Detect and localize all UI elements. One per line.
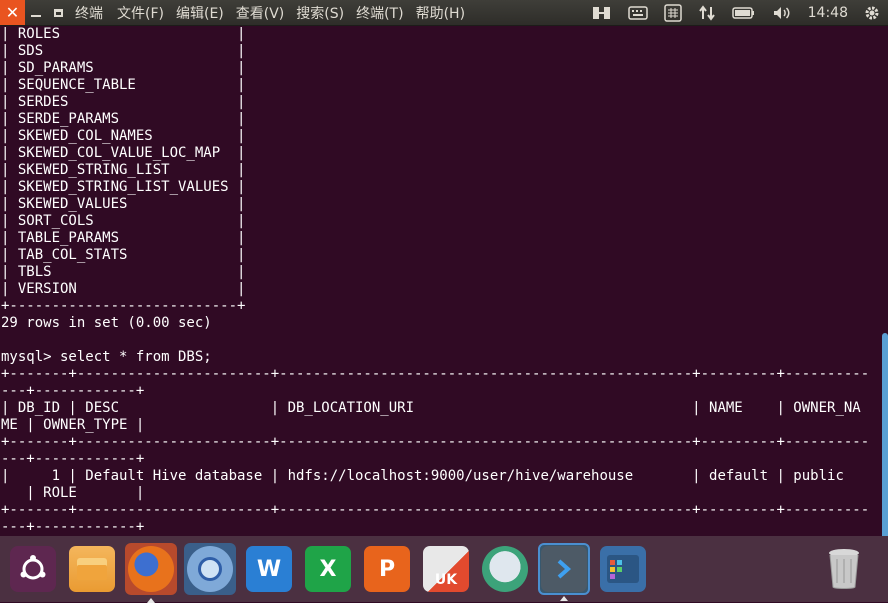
files-icon — [69, 546, 115, 592]
firefox-icon — [128, 546, 174, 592]
maximize-window-button[interactable] — [47, 0, 69, 25]
dock-item-trash[interactable] — [818, 543, 870, 595]
ubuntu-store-icon: UK — [423, 546, 469, 592]
minimize-window-button[interactable] — [25, 0, 47, 25]
minimize-icon — [31, 14, 41, 17]
menu-terminal[interactable]: 终端(T) — [356, 3, 403, 23]
network-icon — [698, 4, 715, 21]
session-menu-button[interactable] — [860, 0, 884, 25]
network-indicator[interactable] — [698, 4, 716, 21]
battery-icon — [731, 6, 754, 19]
dock-item-presentation[interactable]: P — [361, 543, 413, 595]
gear-icon — [865, 6, 879, 19]
running-indicator — [560, 596, 568, 601]
volume-indicator[interactable] — [772, 5, 792, 21]
volume-icon — [773, 6, 790, 19]
launcher-dock: W X P UK — [0, 536, 888, 603]
dock-item-firefox[interactable] — [125, 543, 177, 603]
dock-item-dash[interactable] — [7, 543, 59, 595]
clock[interactable]: 14:48 — [808, 5, 848, 21]
wps-spreadsheets-icon: X — [305, 546, 351, 592]
close-window-button[interactable]: ✕ — [0, 0, 25, 25]
keyboard-icon — [627, 5, 648, 20]
keyboard-indicator[interactable] — [627, 5, 648, 20]
indicator-area: 14:48 — [584, 0, 888, 25]
transfer-indicator[interactable] — [592, 5, 612, 21]
close-icon: ✕ — [5, 3, 20, 22]
menu-file[interactable]: 文件(F) — [117, 3, 164, 23]
dock-item-files[interactable] — [66, 543, 118, 595]
input-method-indicator[interactable] — [663, 3, 682, 22]
chromium-icon — [187, 546, 233, 592]
dock-item-terminal[interactable] — [538, 543, 590, 601]
dock-item-workspaces[interactable] — [597, 543, 649, 595]
transfer-icon — [592, 6, 610, 19]
menu-search[interactable]: 搜索(S) — [296, 3, 344, 23]
scrollbar-thumb[interactable] — [882, 333, 888, 536]
dock-item-browser[interactable] — [184, 543, 236, 595]
trash-icon — [821, 546, 867, 592]
menu-view[interactable]: 查看(V) — [236, 3, 285, 23]
dock-item-store[interactable]: UK — [420, 543, 472, 595]
menu-help[interactable]: 帮助(H) — [416, 3, 465, 23]
wps-presentation-icon: P — [364, 546, 410, 592]
terminal-view[interactable]: | ROLES | | SDS | | SD_PARAMS | | SEQUEN… — [0, 26, 888, 536]
terminal-icon — [541, 546, 587, 592]
input-method-icon — [663, 3, 682, 22]
dock-item-updater[interactable] — [479, 543, 531, 595]
top-panel: ✕ 终端 文件(F) 编辑(E) 查看(V) 搜索(S) 终端(T) 帮助(H) — [0, 0, 888, 26]
terminal-output[interactable]: | ROLES | | SDS | | SD_PARAMS | | SEQUEN… — [0, 26, 888, 536]
workspaces-icon — [600, 546, 646, 592]
app-title: 终端 — [75, 5, 103, 22]
maximize-icon — [53, 8, 63, 17]
wps-writer-icon: W — [246, 546, 292, 592]
software-updater-icon — [482, 546, 528, 592]
dock-item-spreadsheets[interactable]: X — [302, 543, 354, 595]
ubuntu-dash-icon — [10, 546, 56, 592]
menu-edit[interactable]: 编辑(E) — [176, 3, 224, 23]
battery-indicator[interactable] — [731, 6, 756, 20]
running-indicator — [147, 598, 155, 603]
dock-item-writer[interactable]: W — [243, 543, 295, 595]
